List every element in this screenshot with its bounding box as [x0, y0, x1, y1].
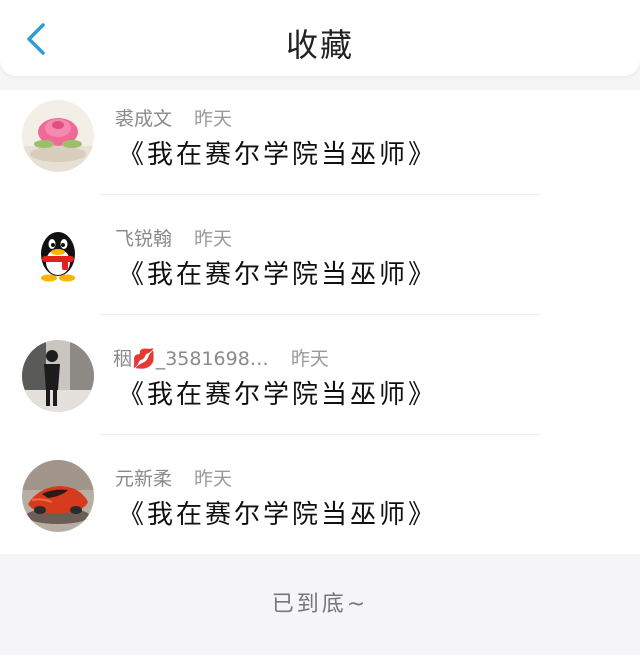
divider: [100, 434, 540, 435]
avatar[interactable]: [22, 220, 94, 292]
author-name: _3581698…: [155, 348, 269, 370]
author-name: 飞锐翰: [115, 228, 173, 250]
page-title: 收藏: [285, 26, 354, 64]
avatar[interactable]: [22, 100, 94, 172]
book-title: 《我在赛尔学院当巫师》: [118, 140, 438, 170]
item-meta: 飞锐翰 昨天: [115, 224, 232, 251]
timestamp: 昨天: [194, 108, 233, 130]
author-name: 裘成文: [115, 108, 173, 130]
favorites-list: 裘成文 昨天 《我在赛尔学院当巫师》 飞锐翰 昨天 《我在赛尔学院当巫师》 秵💋…: [0, 90, 640, 554]
list-item[interactable]: 飞锐翰 昨天 《我在赛尔学院当巫师》: [0, 210, 640, 330]
person-photo-avatar-icon: [22, 340, 94, 412]
end-of-list-text: 已到底~: [271, 592, 369, 617]
book-title: 《我在赛尔学院当巫师》: [118, 500, 438, 530]
item-meta: 裘成文 昨天: [115, 104, 232, 131]
book-title: 《我在赛尔学院当巫师》: [118, 260, 438, 290]
timestamp: 昨天: [194, 468, 233, 490]
lips-emoji-icon: 💋: [132, 348, 156, 370]
top-bar: 收藏: [0, 0, 640, 76]
divider: [100, 314, 540, 315]
qq-penguin-avatar-icon: [22, 220, 94, 292]
timestamp: 昨天: [290, 348, 329, 370]
timestamp: 昨天: [194, 228, 233, 250]
avatar[interactable]: [22, 340, 94, 412]
red-car-avatar-icon: [22, 460, 94, 532]
author-name-prefix: 秵: [113, 348, 133, 370]
avatar[interactable]: [22, 460, 94, 532]
book-title: 《我在赛尔学院当巫师》: [118, 380, 438, 410]
item-meta: 元新柔 昨天: [115, 464, 232, 491]
list-item[interactable]: 元新柔 昨天 《我在赛尔学院当巫师》: [0, 450, 640, 570]
item-meta: 秵💋_3581698… 昨天: [113, 344, 329, 371]
list-item[interactable]: 秵💋_3581698… 昨天 《我在赛尔学院当巫师》: [0, 330, 640, 450]
rose-cake-avatar-icon: [22, 100, 94, 172]
list-item[interactable]: 裘成文 昨天 《我在赛尔学院当巫师》: [0, 90, 640, 210]
divider: [100, 194, 540, 195]
author-name: 元新柔: [115, 468, 173, 490]
